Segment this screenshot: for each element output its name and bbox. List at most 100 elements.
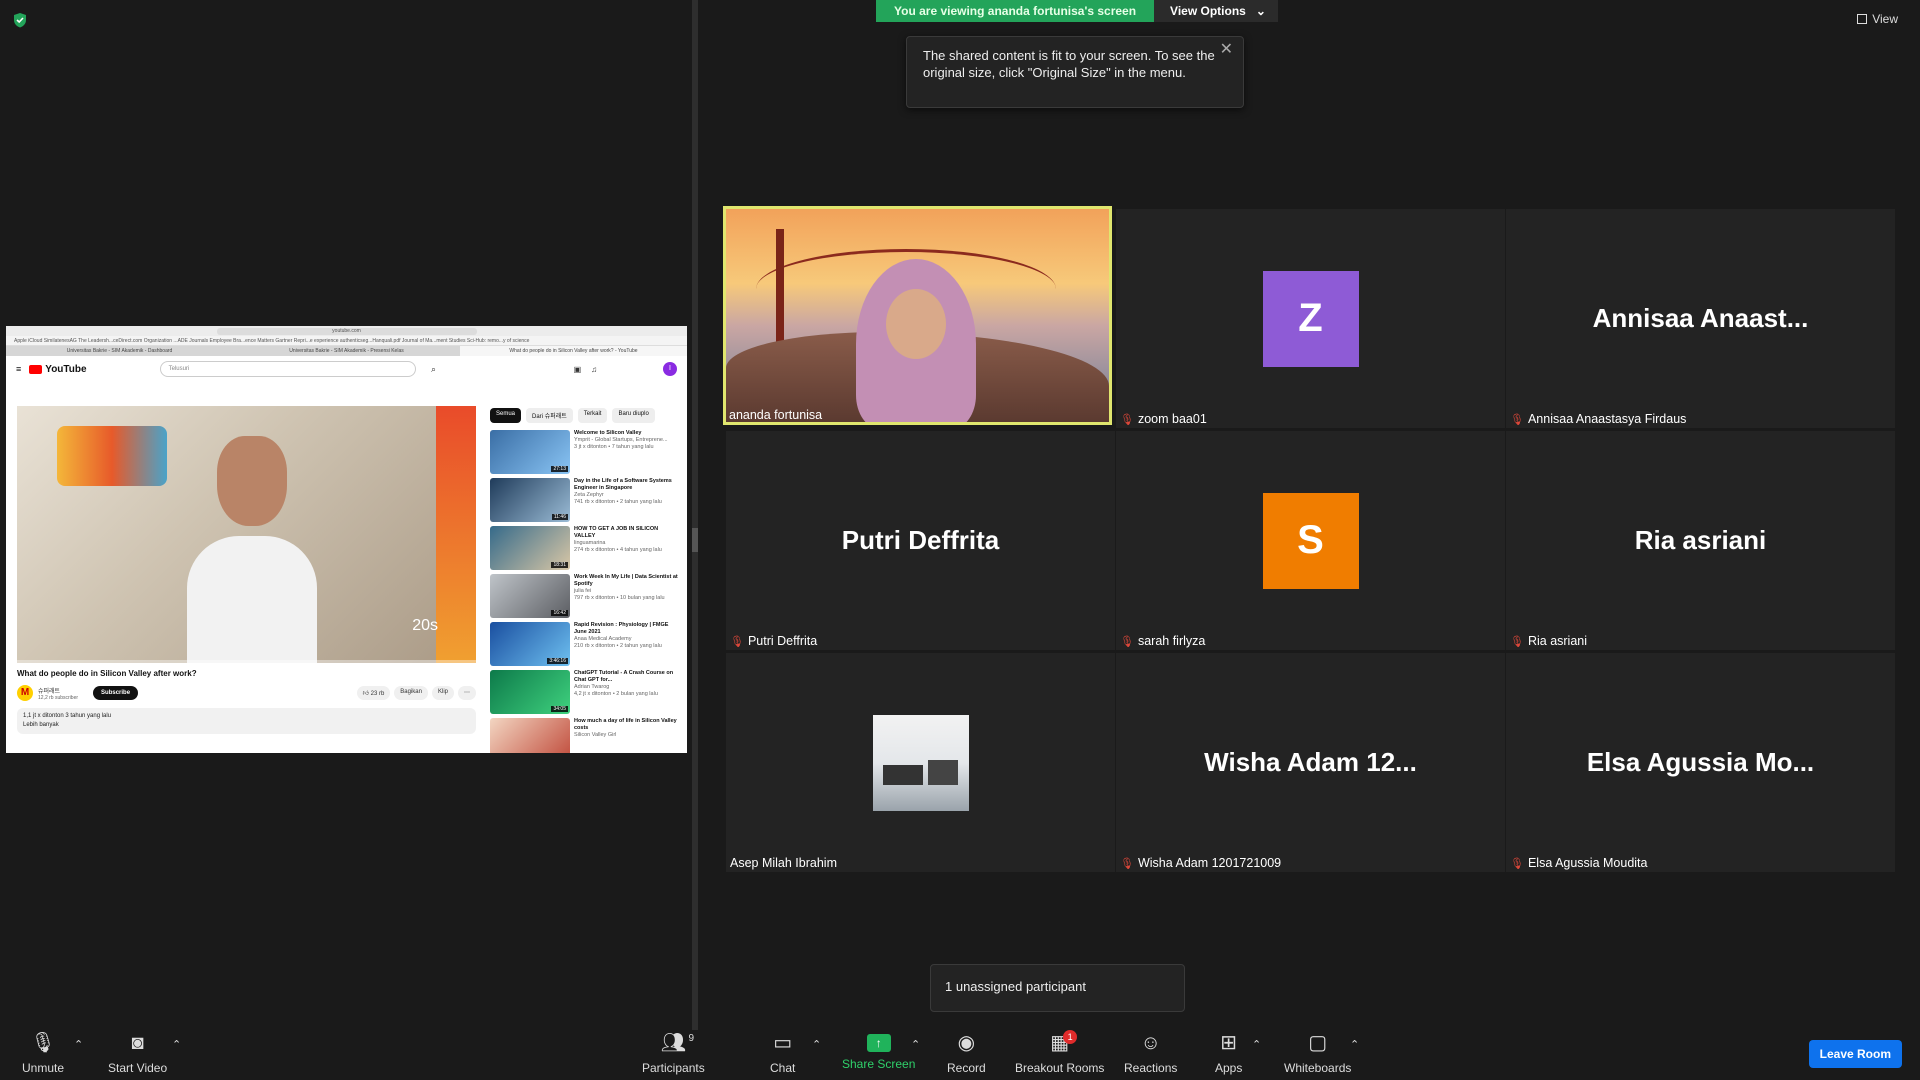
video-options-caret[interactable]: ⌃ xyxy=(172,1038,181,1051)
list-item: 16:42 Work Week In My Life | Data Scient… xyxy=(490,574,680,622)
apps-label: Apps xyxy=(1215,1061,1243,1075)
rec-channel: Silicon Valley Girl xyxy=(574,732,617,738)
participant-tile[interactable]: Elsa Agussia Mo... 🎙︎ Elsa Agussia Moudit… xyxy=(1506,653,1895,872)
participants-button[interactable]: 👥︎ 9 Participants xyxy=(642,1030,705,1075)
share-screen-button[interactable]: ↑ Share Screen xyxy=(842,1030,915,1071)
participant-tile[interactable]: S 🎙︎ sarah firlyza xyxy=(1116,431,1505,650)
apps-button[interactable]: ⊞ Apps xyxy=(1215,1030,1242,1075)
video-duration: 18:31 xyxy=(551,562,568,568)
participants-icon: 👥︎ 9 xyxy=(661,1030,694,1056)
leave-room-button[interactable]: Leave Room xyxy=(1808,1040,1902,1068)
breakout-rooms-button[interactable]: ▦ 1 Breakout Rooms xyxy=(1015,1030,1104,1075)
chat-options-caret[interactable]: ⌃ xyxy=(812,1038,821,1051)
youtube-play-icon xyxy=(29,364,43,374)
browser-tab: Universitas Bakrie - SIM Akademik - Dash… xyxy=(66,348,173,354)
rec-title: How much a day of life in Silicon Valley… xyxy=(574,718,677,731)
mic-muted-icon: 🎙︎ xyxy=(1120,857,1134,870)
start-video-button[interactable]: ◙ Start Video xyxy=(108,1030,167,1075)
whiteboards-label: Whiteboards xyxy=(1284,1061,1352,1075)
participant-tile[interactable]: Annisaa Anaast... 🎙︎ Annisaa Anaastasya F… xyxy=(1506,209,1895,428)
participant-name: 🎙︎ Putri Deffrita xyxy=(730,634,817,648)
search-icon: ⌕ xyxy=(431,364,437,374)
chat-button[interactable]: ▭ Chat xyxy=(770,1030,795,1075)
participant-tile[interactable]: Z 🎙︎ zoom baa01 xyxy=(1116,209,1505,428)
shared-screen-content: youtube.com Apple iCloud SimilatenesAG T… xyxy=(6,326,687,753)
channel-info: 슈퍼래트 12,2 rb subscriber xyxy=(38,686,78,701)
rec-title: Work Week In My Life | Data Scientist at… xyxy=(574,574,678,587)
participant-display-name: Elsa Agussia Mo... xyxy=(1586,747,1815,777)
participant-name-text: Elsa Agussia Moudita xyxy=(1527,856,1648,870)
channel-name: 슈퍼래트 xyxy=(38,688,61,695)
participant-name-text: Asep Milah Ibrahim xyxy=(730,856,837,870)
participant-name: 🎙︎ zoom baa01 xyxy=(1120,412,1207,426)
unmute-button[interactable]: 🎙︎ Unmute xyxy=(22,1030,64,1075)
rec-title: ChatGPT Tutorial - A Crash Course on Cha… xyxy=(574,670,674,683)
view-label: View xyxy=(1872,12,1898,26)
url-field: youtube.com xyxy=(216,327,477,335)
apps-options-caret[interactable]: ⌃ xyxy=(1252,1038,1261,1051)
video-duration: 16:42 xyxy=(551,610,568,616)
rec-channel: Adrian Twarog xyxy=(574,684,610,690)
participant-tile[interactable]: Putri Deffrita 🎙︎ Putri Deffrita xyxy=(726,431,1115,650)
views-line: 1,1 jt x ditonton 3 tahun yang lalu xyxy=(23,713,112,719)
unassigned-participant-tooltip[interactable]: 1 unassigned participant xyxy=(930,964,1185,1012)
list-item: 27:13 Welcome to Silicon Valley Ymprit -… xyxy=(490,430,680,478)
mic-muted-icon: 🎙︎ xyxy=(30,1032,56,1054)
zoom-meeting-window: You are viewing ananda fortunisa's scree… xyxy=(0,0,1920,1080)
record-icon: ◉ xyxy=(957,1032,976,1054)
participant-tile[interactable]: Ria asriani 🎙︎ Ria asriani xyxy=(1506,431,1895,650)
mic-muted-icon: 🎙︎ xyxy=(1120,635,1134,648)
list-item: 34:05 ChatGPT Tutorial - A Crash Course … xyxy=(490,670,680,718)
chip: Terkait xyxy=(577,408,608,423)
browser-tabs: Universitas Bakrie - SIM Akademik - Dash… xyxy=(6,346,687,356)
video-meta: Rapid Revision : Physiology | FMGE June … xyxy=(574,622,680,670)
participant-name-text: Wisha Adam 1201721009 xyxy=(1137,856,1282,870)
whiteboard-options-caret[interactable]: ⌃ xyxy=(1350,1038,1359,1051)
photo-detail xyxy=(927,759,958,785)
video-duration: 11:46 xyxy=(551,514,568,520)
youtube-logo-text: YouTube xyxy=(45,363,87,375)
participant-tile[interactable]: Asep Milah Ibrahim xyxy=(726,653,1115,872)
video-progress-bar xyxy=(17,660,476,663)
rec-channel: Zeta Zephyr xyxy=(574,492,604,498)
audio-options-caret[interactable]: ⌃ xyxy=(74,1038,83,1051)
participant-tile[interactable]: Wisha Adam 12... 🎙︎ Wisha Adam 1201721009 xyxy=(1116,653,1505,872)
reactions-label: Reactions xyxy=(1124,1061,1178,1075)
recommendation-chips: Semua Dari 슈퍼래트 Terkait Baru diuplo xyxy=(490,408,655,423)
video-thumbnail: 11:46 xyxy=(490,478,570,522)
breakout-rooms-label: Breakout Rooms xyxy=(1015,1061,1105,1075)
participant-name: 🎙︎ Ria asriani xyxy=(1510,634,1587,648)
rec-meta: 741 rb x ditonton • 2 tahun yang lalu xyxy=(574,499,662,505)
clip-button: Klip xyxy=(431,686,454,700)
participant-name-text: zoom baa01 xyxy=(1137,412,1207,426)
video-duration: 34:05 xyxy=(551,706,568,712)
close-icon[interactable]: ✕ xyxy=(1220,41,1233,58)
reactions-button[interactable]: ☺ Reactions xyxy=(1124,1030,1177,1075)
avatar: I xyxy=(663,362,677,376)
video-thumbnail: 18:31 xyxy=(490,526,570,570)
list-item: How much a day of life in Silicon Valley… xyxy=(490,718,680,753)
participant-avatar: Z xyxy=(1262,270,1359,367)
divider-handle[interactable] xyxy=(692,528,698,552)
mic-muted-icon: 🎙︎ xyxy=(730,635,744,648)
participant-name: 🎙︎ sarah firlyza xyxy=(1120,634,1205,648)
whiteboards-button[interactable]: ▢ Whiteboards xyxy=(1284,1030,1351,1075)
chip: Semua xyxy=(490,408,522,423)
record-button[interactable]: ◉ Record xyxy=(947,1030,986,1075)
split-divider[interactable] xyxy=(692,0,698,1030)
participants-count: 9 xyxy=(688,1033,695,1044)
shield-icon[interactable] xyxy=(12,12,28,28)
youtube-header: ≡ YouTube Telusuri ⌕ ▣ ♫ I xyxy=(6,356,687,382)
video-meta: Day in the Life of a Software Systems En… xyxy=(574,478,680,526)
share-button: Bagikan xyxy=(394,686,428,700)
apps-icon: ⊞ xyxy=(1220,1032,1238,1054)
video-background xyxy=(436,406,476,663)
participant-tile[interactable]: ananda fortunisa xyxy=(723,206,1112,425)
share-options-caret[interactable]: ⌃ xyxy=(911,1038,920,1051)
rec-title: Welcome to Silicon Valley xyxy=(574,430,642,436)
breakout-rooms-icon: ▦ 1 xyxy=(1050,1030,1078,1056)
rec-channel: Anaa Medical Academy xyxy=(574,636,632,642)
view-button[interactable]: View xyxy=(1857,12,1898,26)
record-label: Record xyxy=(947,1061,986,1075)
view-options-button[interactable]: View Options ⌄ xyxy=(1154,0,1278,22)
